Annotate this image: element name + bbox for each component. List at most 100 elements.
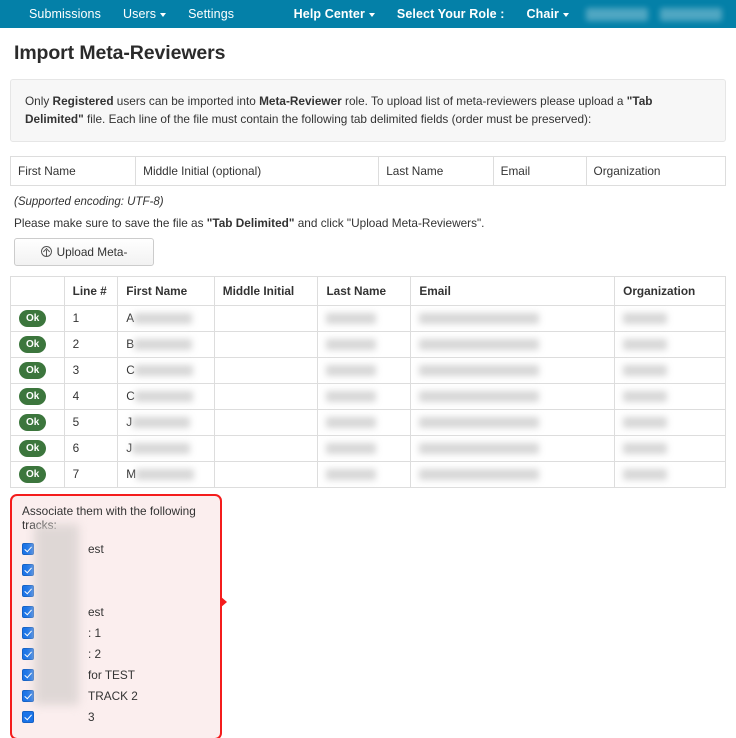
redacted-value <box>326 443 377 455</box>
status-badge-cell: Ok <box>10 460 65 488</box>
organization-cell <box>614 356 726 384</box>
last-name-cell <box>317 382 412 410</box>
last-name-cell <box>317 356 412 384</box>
redacted-value <box>326 417 377 429</box>
status-badge: Ok <box>19 335 47 353</box>
redacted-nav-item-2[interactable] <box>660 7 722 21</box>
track-label: est <box>88 605 104 620</box>
table-row: First Name Middle Initial (optional) Las… <box>9 155 727 186</box>
track-item[interactable] <box>22 581 210 602</box>
organization-cell <box>614 382 726 410</box>
track-item[interactable]: : 1 <box>22 623 210 644</box>
redacted-value <box>326 391 377 403</box>
track-checkbox[interactable] <box>22 711 34 724</box>
redacted-value <box>419 417 540 429</box>
tracks-checkbox-list: est est : 1: 2 for TEST TRACK 2 3 <box>22 539 210 728</box>
track-checkbox[interactable] <box>22 669 34 682</box>
first-name-cell-text: A <box>126 311 135 326</box>
nav-item-help-center[interactable]: Help Center <box>283 0 386 28</box>
chevron-down-icon <box>368 12 375 17</box>
track-item[interactable]: for TEST <box>22 665 210 686</box>
redacted-value <box>419 391 540 403</box>
first-name-cell: B <box>117 330 215 358</box>
tracks-highlight-box: Associate them with the following tracks… <box>10 493 227 738</box>
middle-initial-cell <box>213 460 319 488</box>
track-checkbox[interactable] <box>22 543 34 556</box>
nav-item-submissions[interactable]: Submissions <box>18 0 112 28</box>
track-item[interactable]: TRACK 2 <box>22 686 210 707</box>
info-text-meta-reviewer: Meta-Reviewer <box>259 94 342 108</box>
upload-meta-reviewers-button[interactable]: Upload Meta- <box>14 237 154 266</box>
redacted-value <box>623 417 668 429</box>
nav-item-settings[interactable]: Settings <box>177 0 245 28</box>
first-name-cell: C <box>117 382 215 410</box>
redacted-value <box>419 313 540 325</box>
last-name-cell <box>317 434 412 462</box>
redacted-value <box>134 339 193 351</box>
file-format-table: First Name Middle Initial (optional) Las… <box>9 155 727 186</box>
last-name-cell <box>317 408 412 436</box>
redacted-value <box>623 469 668 481</box>
first-name-cell-text: B <box>126 337 135 352</box>
redacted-value <box>132 417 191 429</box>
organization-cell <box>614 434 726 462</box>
nav-left-group: Submissions Users Settings <box>0 0 245 28</box>
select-your-role-label: Select Your Role : <box>396 7 505 21</box>
redacted-value <box>623 339 668 351</box>
track-checkbox[interactable] <box>22 564 34 577</box>
nav-right-group: Help Center Select Your Role : Chair <box>283 0 736 28</box>
status-badge: Ok <box>19 413 47 431</box>
nav-item-users[interactable]: Users <box>112 0 177 28</box>
info-panel: Only Registered users can be imported in… <box>10 79 726 142</box>
track-label: TRACK 2 <box>88 689 138 704</box>
table-row: Ok 2 B <box>10 330 726 358</box>
track-item[interactable]: : 2 <box>22 644 210 665</box>
role-selector-chair[interactable]: Chair <box>516 0 580 28</box>
redacted-value <box>623 365 668 377</box>
redacted-value <box>419 365 540 377</box>
middle-initial-cell <box>213 356 319 384</box>
table-row: Ok 7 M <box>10 460 726 488</box>
middle-initial-cell <box>213 382 319 410</box>
redacted-value <box>326 339 377 351</box>
track-checkbox[interactable] <box>22 648 34 661</box>
status-badge-cell: Ok <box>10 434 65 462</box>
track-checkbox[interactable] <box>22 585 34 598</box>
redacted-value <box>134 313 193 325</box>
track-checkbox[interactable] <box>22 627 34 640</box>
middle-initial-cell <box>213 330 319 358</box>
first-name-cell: C <box>117 356 215 384</box>
track-item[interactable] <box>22 560 210 581</box>
results-col-status <box>10 275 65 306</box>
table-row: Ok 3 C <box>10 356 726 384</box>
redacted-value <box>419 469 540 481</box>
table-row: Ok 5 J <box>10 408 726 436</box>
import-results-table: Line # First Name Middle Initial Last Na… <box>10 275 726 488</box>
status-badge-cell: Ok <box>10 304 65 332</box>
organization-cell <box>614 408 726 436</box>
organization-cell <box>614 330 726 358</box>
track-checkbox[interactable] <box>22 606 34 619</box>
first-name-cell: A <box>117 304 215 332</box>
tracks-title: Associate them with the following tracks… <box>22 503 196 532</box>
results-col-last-name: Last Name <box>317 275 412 306</box>
nav-item-help-center-label: Help Center <box>293 7 365 21</box>
role-selector-label: Chair <box>526 7 559 21</box>
redacted-nav-item-1[interactable] <box>586 7 648 21</box>
email-cell <box>410 382 616 410</box>
table-header-row: Line # First Name Middle Initial Last Na… <box>10 275 726 306</box>
track-item[interactable]: est <box>22 602 210 623</box>
track-item[interactable]: est <box>22 539 210 560</box>
info-text-part-1: Only <box>25 94 53 108</box>
first-name-cell: J <box>117 434 215 462</box>
last-name-cell <box>317 304 412 332</box>
track-checkbox[interactable] <box>22 690 34 703</box>
redacted-value <box>134 365 193 377</box>
top-navigation-bar: Submissions Users Settings Help Center S… <box>0 0 736 28</box>
import-results-body: Ok 1 A Ok 2 B Ok 3 C Ok 4 C Ok 5 J Ok 6 J Ok 7 M <box>10 304 726 488</box>
track-item[interactable]: 3 <box>22 707 210 728</box>
upload-circle-icon <box>40 246 52 258</box>
track-label: 3 <box>88 710 95 725</box>
middle-initial-cell <box>213 304 319 332</box>
upload-button-label: Upload Meta- <box>56 244 128 259</box>
